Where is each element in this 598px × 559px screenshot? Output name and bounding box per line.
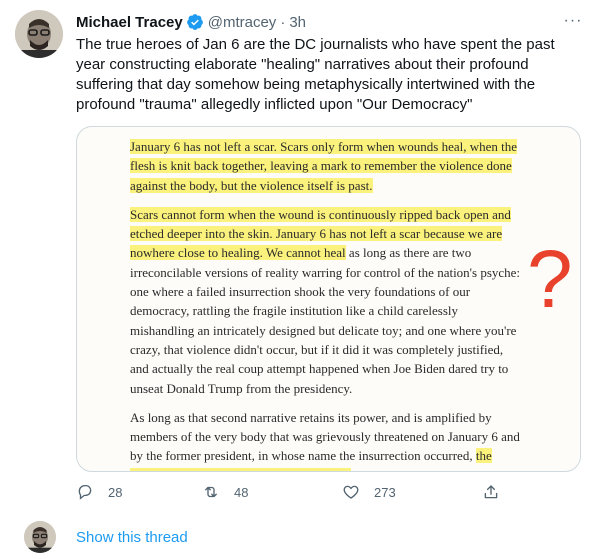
action-bar: 28 48 273 <box>76 483 506 505</box>
share-icon <box>484 485 498 499</box>
avatar-image <box>15 10 63 58</box>
avatar-image <box>24 521 56 553</box>
retweet-count: 48 <box>234 484 249 500</box>
author-name[interactable]: Michael Tracey <box>76 14 183 31</box>
article-excerpt: January 6 has not left a scar. Scars onl… <box>130 137 522 471</box>
highlighted-text: January 6 has not left a scar. Scars onl… <box>130 139 518 193</box>
author-handle[interactable]: @mtracey <box>208 14 277 31</box>
retweet-icon <box>205 486 217 498</box>
excerpt-paragraph-3: As long as that second narrative retains… <box>130 408 522 471</box>
share-button[interactable] <box>482 483 514 501</box>
more-options-icon[interactable]: ··· <box>562 10 584 32</box>
reply-button[interactable]: 28 <box>76 483 122 501</box>
show-thread-link[interactable]: Show this thread <box>76 529 188 546</box>
show-thread-row[interactable]: Show this thread <box>0 517 598 559</box>
media-image[interactable]: January 6 has not left a scar. Scars onl… <box>76 126 581 472</box>
retweet-button[interactable]: 48 <box>202 483 248 501</box>
tweet-header: Michael Tracey @mtracey · 3h <box>76 12 306 32</box>
heart-icon <box>343 485 359 499</box>
reply-count: 28 <box>108 484 123 500</box>
tweet-text: The true heroes of Jan 6 are the DC jour… <box>76 36 555 113</box>
excerpt-paragraph-2: Scars cannot form when the wound is cont… <box>130 205 522 398</box>
avatar[interactable] <box>15 10 63 58</box>
like-button[interactable]: 273 <box>342 483 396 501</box>
verified-badge-icon <box>186 14 203 30</box>
question-mark-annotation: ? <box>527 234 573 325</box>
excerpt-text: as long as there are two irreconcilable … <box>130 245 521 396</box>
like-count: 273 <box>374 484 396 500</box>
reply-icon <box>78 484 92 500</box>
timestamp[interactable]: 3h <box>289 14 306 31</box>
thread-avatar[interactable] <box>24 521 56 553</box>
separator-dot: · <box>280 13 286 31</box>
excerpt-text: As long as that second narrative retains… <box>130 409 520 464</box>
excerpt-paragraph-1: January 6 has not left a scar. Scars onl… <box>130 137 522 195</box>
